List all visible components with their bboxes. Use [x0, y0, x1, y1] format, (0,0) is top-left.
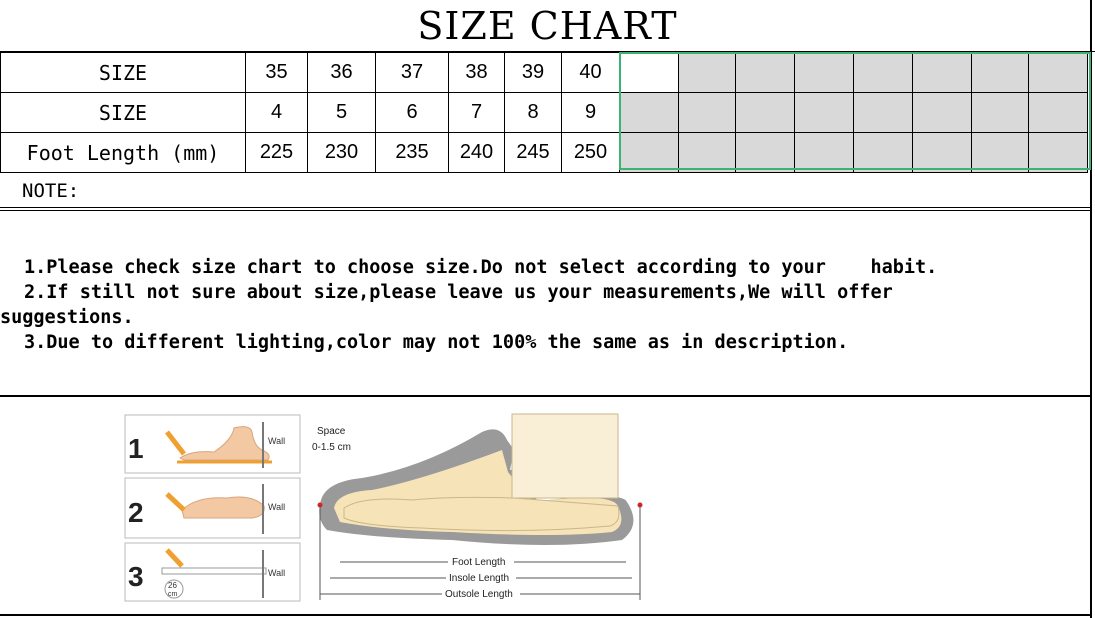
table-cell: 5	[307, 92, 376, 133]
table-cell: 230	[307, 132, 376, 173]
table-cell: 6	[375, 92, 449, 133]
table-cell: 40	[561, 52, 620, 93]
empty-cell	[971, 52, 1029, 93]
empty-cell	[619, 92, 679, 133]
empty-cell	[853, 52, 913, 93]
divider	[0, 395, 1092, 397]
step-number: 1	[128, 433, 144, 464]
note-line: 1.Please check size chart to choose size…	[24, 257, 938, 278]
empty-cell	[971, 92, 1029, 133]
divider	[0, 210, 1092, 211]
empty-cell	[853, 132, 913, 173]
empty-cell	[1028, 52, 1088, 93]
measurement-diagram: 1 Wall 2 Wall 3 Wall 26 cm Space 0-1.5 c…	[124, 413, 643, 602]
empty-cell	[794, 92, 854, 133]
table-cell: 9	[561, 92, 620, 133]
shoe-diagram: Space 0-1.5 cm Foot Length Insole Length…	[312, 413, 643, 600]
empty-cell	[678, 132, 736, 173]
empty-cell	[678, 52, 736, 93]
table-cell: 245	[504, 132, 562, 173]
notes-block: 1.Please check size chart to choose size…	[0, 255, 1080, 355]
table-cell: 4	[245, 92, 308, 133]
empty-cell	[1028, 132, 1088, 173]
insole-length-label: Insole Length	[449, 573, 509, 584]
wall-label: Wall	[268, 502, 285, 512]
empty-cell	[735, 132, 795, 173]
empty-cell	[735, 92, 795, 133]
table-row: SIZE 35 36 37 38 39 40	[0, 52, 1088, 93]
empty-cell	[912, 132, 972, 173]
table-cell: 8	[504, 92, 562, 133]
empty-cell	[853, 92, 913, 133]
table-cell: 7	[448, 92, 505, 133]
table-cell: 37	[375, 52, 449, 93]
divider	[0, 614, 1092, 616]
note-line: suggestions.	[0, 307, 134, 328]
table-cell: 250	[561, 132, 620, 173]
divider	[0, 207, 1092, 208]
step-panel-1: 1 Wall	[124, 414, 301, 474]
empty-cell	[619, 132, 679, 173]
size-table: SIZE 35 36 37 38 39 40 SIZE 4 5 6 7 8 9 …	[0, 52, 1088, 173]
space-value: 0-1.5 cm	[312, 442, 351, 453]
empty-cell	[794, 132, 854, 173]
table-cell: 240	[448, 132, 505, 173]
table-cell: 235	[375, 132, 449, 173]
empty-cell	[678, 92, 736, 133]
note-label: NOTE:	[22, 180, 80, 202]
empty-cell	[971, 132, 1029, 173]
empty-cell	[1028, 92, 1088, 133]
table-cell: 38	[448, 52, 505, 93]
empty-cell	[912, 52, 972, 93]
note-line: 2.If still not sure about size,please le…	[24, 282, 893, 303]
right-border	[1090, 0, 1092, 618]
ruler-value: 26	[168, 581, 177, 590]
step-number: 2	[128, 497, 144, 528]
step-number: 3	[128, 561, 144, 592]
page-title: SIZE CHART	[417, 4, 678, 48]
table-row: Foot Length (mm) 225 230 235 240 245 250	[0, 132, 1088, 173]
empty-cell	[912, 92, 972, 133]
foot-length-label: Foot Length	[452, 557, 505, 568]
empty-cell	[794, 52, 854, 93]
table-cell: 39	[504, 52, 562, 93]
ruler-unit: cm	[168, 591, 178, 598]
wall-label: Wall	[268, 436, 285, 446]
table-cell: 225	[245, 132, 308, 173]
table-cell: 36	[307, 52, 376, 93]
table-row: SIZE 4 5 6 7 8 9	[0, 92, 1088, 133]
empty-cell	[735, 52, 795, 93]
table-cell: 35	[245, 52, 308, 93]
row-label: Foot Length (mm)	[0, 132, 246, 173]
outsole-length-label: Outsole Length	[445, 589, 513, 600]
step-panel-3: 3 Wall 26 cm	[124, 542, 301, 602]
row-label: SIZE	[0, 92, 246, 133]
row-label: SIZE	[0, 52, 246, 93]
space-label: Space	[317, 426, 346, 437]
note-line: 3.Due to different lighting,color may no…	[24, 332, 849, 353]
step-panel-2: 2 Wall	[124, 477, 301, 539]
wall-label: Wall	[268, 568, 285, 578]
empty-cell	[619, 52, 679, 93]
